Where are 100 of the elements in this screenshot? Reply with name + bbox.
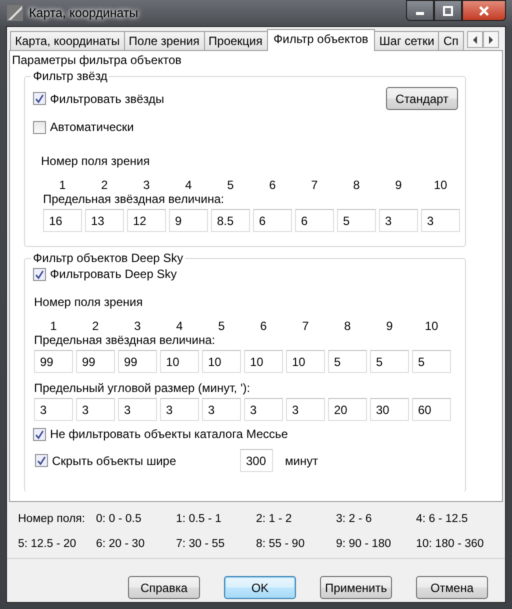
field-number: 7 [301, 319, 310, 333]
legend-item: 3: 2 - 6 [336, 513, 373, 527]
input-field[interactable]: 60 [412, 398, 451, 421]
close-icon [478, 6, 490, 16]
legend-item: 10: 180 - 360 [416, 538, 485, 552]
scroll-right-icon[interactable] [482, 31, 499, 48]
input-field[interactable]: 99 [118, 350, 157, 373]
app-icon [7, 5, 23, 21]
legend-label: Номер поля: [18, 513, 86, 527]
field-number: 1 [49, 319, 58, 333]
tab[interactable]: Фильтр объектов [266, 29, 376, 51]
field-number: 6 [259, 319, 268, 333]
input-field[interactable]: 10 [244, 350, 283, 373]
field-number: 7 [310, 178, 319, 192]
input-field[interactable]: 3 [160, 398, 199, 421]
input-field[interactable]: 30 [370, 398, 409, 421]
input-field[interactable]: 99 [34, 350, 73, 373]
window-title: Карта, координаты [29, 6, 138, 20]
input-field[interactable]: 3 [34, 398, 73, 421]
close-button[interactable] [462, 0, 506, 21]
tab[interactable]: Шаг сетки [374, 31, 440, 50]
legend-item: 5: 12.5 - 20 [18, 538, 78, 552]
field-number: 2 [100, 178, 109, 192]
field-number: 4 [175, 319, 184, 333]
field-number: 5 [226, 178, 235, 192]
input-field[interactable]: 6 [295, 209, 334, 232]
tab[interactable]: Проекция [204, 31, 268, 50]
field-number-label: Номер поля зрения [41, 154, 151, 168]
group-title: Фильтр звёзд [32, 69, 108, 83]
checkbox[interactable]: Не фильтровать объекты каталога Мессье [33, 425, 288, 443]
legend-item: 8: 55 - 90 [256, 538, 306, 552]
input-field[interactable]: 5 [370, 350, 409, 373]
input-field[interactable]: 3 [76, 398, 115, 421]
scroll-left-icon[interactable] [466, 31, 483, 48]
field-number: 3 [142, 178, 151, 192]
field-number: 6 [268, 178, 277, 192]
input-field[interactable]: 9 [169, 209, 208, 232]
input-field[interactable]: 10 [160, 350, 199, 373]
input-field[interactable]: 20 [328, 398, 367, 421]
input-field[interactable]: 10 [286, 350, 325, 373]
standard-button[interactable]: Стандарт [386, 87, 458, 110]
maximize-icon [443, 6, 453, 16]
field-number: 5 [217, 319, 226, 333]
magnitude-label: Предельная звёздная величина: [43, 192, 226, 206]
minimize-button[interactable] [406, 0, 434, 21]
dialog-button[interactable]: Отмена [416, 576, 488, 599]
tab[interactable]: Сп [438, 31, 464, 50]
input-field[interactable]: 5 [412, 350, 451, 373]
dialog-button[interactable]: Справка [128, 576, 200, 599]
input-field[interactable]: 3 [421, 209, 460, 232]
field-number: 9 [385, 319, 394, 333]
input-field[interactable]: 3 [202, 398, 241, 421]
field-number: 10 [432, 178, 448, 192]
maximize-button[interactable] [434, 0, 462, 21]
field-number-label: Номер поля зрения [34, 295, 144, 309]
minimize-icon [416, 12, 424, 14]
legend-item: 0: 0 - 0.5 [96, 513, 142, 527]
checkbox[interactable]: Фильтровать звёзды [33, 90, 164, 108]
checkbox[interactable]: Автоматически [33, 118, 134, 136]
input-field[interactable]: 5 [328, 350, 367, 373]
dialog-button[interactable]: Применить [320, 576, 392, 599]
field-number: 8 [352, 178, 361, 192]
tab[interactable]: Карта, координаты [10, 31, 125, 50]
field-number: 10 [424, 319, 440, 333]
field-number: 4 [184, 178, 193, 192]
checkmark-icon [35, 430, 44, 438]
input-field[interactable]: 10 [202, 350, 241, 373]
checkmark-icon [35, 270, 44, 278]
field-number: 1 [58, 178, 67, 192]
legend-item: 7: 30 - 55 [176, 538, 226, 552]
input-field[interactable]: 5 [337, 209, 376, 232]
size-label: Предельный угловой размер (минут, '): [34, 381, 252, 395]
dialog-button[interactable]: OK [224, 576, 296, 599]
input-field[interactable]: 3 [286, 398, 325, 421]
input-field[interactable]: 13 [85, 209, 124, 232]
input-field[interactable]: 3 [118, 398, 157, 421]
input-field[interactable]: 16 [43, 209, 82, 232]
legend-item: 1: 0.5 - 1 [176, 513, 222, 527]
input-field[interactable]: 3 [379, 209, 418, 232]
checkbox[interactable]: Фильтровать Deep Sky [33, 265, 177, 283]
tab[interactable]: Поле зрения [124, 31, 205, 50]
panel-title: Параметры фильтра объектов [12, 53, 182, 67]
legend-item: 2: 1 - 2 [256, 513, 293, 527]
checkmark-icon [37, 456, 46, 465]
group-title: Фильтр объектов Deep Sky [32, 251, 184, 265]
legend-item: 9: 90 - 180 [336, 538, 392, 552]
field-number: 2 [91, 319, 100, 333]
checkbox[interactable]: Скрыть объекты шире [35, 452, 240, 470]
magnitude-label: Предельная звёздная величина: [34, 333, 216, 347]
input-field[interactable]: 99 [76, 350, 115, 373]
legend-item: 4: 6 - 12.5 [416, 513, 469, 527]
input-field[interactable]: 8.5 [211, 209, 250, 232]
input-field[interactable]: 12 [127, 209, 166, 232]
unit-label: минут [285, 454, 318, 468]
field-number: 3 [133, 319, 142, 333]
input-field[interactable]: 300 [240, 449, 273, 472]
checkmark-icon [35, 94, 44, 103]
input-field[interactable]: 3 [244, 398, 283, 421]
field-number: 9 [394, 178, 403, 192]
input-field[interactable]: 6 [253, 209, 292, 232]
